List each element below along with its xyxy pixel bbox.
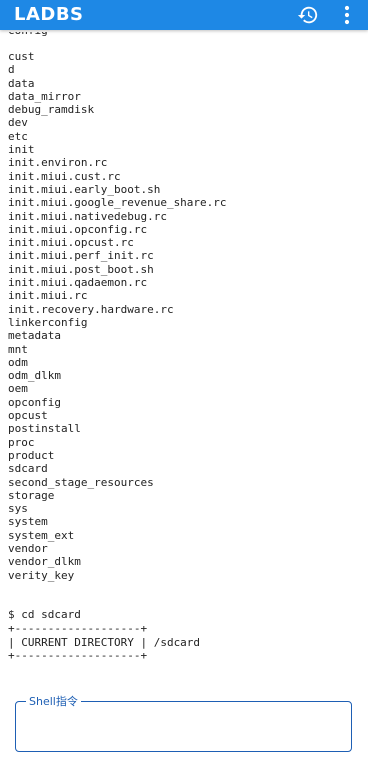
listing-entry: data — [8, 76, 35, 90]
listing-entry: init.environ.rc — [8, 156, 108, 170]
listing-entry: oem — [8, 382, 28, 396]
listing-entry: init.miui.perf_init.rc — [8, 249, 154, 263]
clipped-line: config — [8, 32, 48, 38]
clipped-line-text: config — [8, 32, 48, 37]
listing-entry: verity_key — [8, 568, 75, 582]
app-title: LADBS — [14, 4, 84, 25]
listing-entry: vendor_dlkm — [8, 555, 81, 569]
listing-entry: dev — [8, 116, 28, 130]
app-bar: LADBS — [0, 0, 368, 30]
listing-entry: system_ext — [8, 528, 75, 542]
listing-entry: d — [8, 63, 15, 77]
listing-entry: odm_dlkm — [8, 369, 61, 383]
command-block: $ cd sdcard +-------------------+ | CURR… — [8, 608, 200, 662]
shell-field-label: Shell指令 — [26, 693, 81, 709]
listing-entry: postinstall — [8, 422, 81, 436]
directory-listing: cust d data data_mirror debug_ramdisk dev etc i… — [8, 50, 227, 582]
shell-command-field[interactable]: Shell指令 — [15, 693, 352, 752]
listing-entry: init.miui.opcust.rc — [8, 236, 134, 250]
listing-entry: init.miui.google_revenue_share.rc — [8, 196, 227, 210]
listing-entry: sys — [8, 502, 28, 516]
history-icon[interactable] — [297, 4, 319, 26]
listing-entry: init.miui.cust.rc — [8, 169, 121, 183]
command-line: $ cd sdcard — [8, 608, 81, 621]
listing-entry: init.miui.rc — [8, 289, 88, 303]
listing-entry: debug_ramdisk — [8, 103, 95, 117]
listing-entry: init.miui.early_boot.sh — [8, 182, 161, 196]
listing-entry: linkerconfig — [8, 315, 88, 329]
table-border-bottom: +-------------------+ — [8, 648, 148, 662]
listing-entry: storage — [8, 488, 55, 502]
listing-entry: mnt — [8, 342, 28, 356]
listing-entry: metadata — [8, 329, 61, 343]
listing-entry: init.miui.qadaemon.rc — [8, 276, 148, 290]
listing-entry: vendor — [8, 541, 48, 555]
listing-entry: second_stage_resources — [8, 475, 154, 489]
listing-entry: init.miui.post_boot.sh — [8, 262, 154, 276]
listing-entry: init.miui.nativedebug.rc — [8, 209, 167, 223]
listing-entry: etc — [8, 129, 28, 143]
more-vert-icon[interactable] — [338, 4, 356, 26]
listing-entry: system — [8, 515, 48, 529]
listing-entry: opconfig — [8, 395, 61, 409]
listing-entry: init — [8, 143, 35, 157]
table-border-top: +-------------------+ — [8, 622, 148, 636]
directory-table: +-------------------+ | CURRENT DIRECTOR… — [8, 622, 200, 662]
listing-entry: cust — [8, 50, 35, 63]
shell-command-input[interactable] — [24, 714, 346, 744]
table-row: | CURRENT DIRECTORY | /sdcard — [8, 635, 201, 649]
terminal-output: config custddatadata_mirrordebug_ramdisk… — [8, 30, 364, 664]
listing-entry: init.recovery.hardware.rc — [8, 302, 174, 316]
listing-entry: product — [8, 448, 55, 462]
listing-entry: proc — [8, 435, 35, 449]
listing-entry: sdcard — [8, 462, 48, 476]
listing-entry: data_mirror — [8, 89, 81, 103]
listing-entry: opcust — [8, 409, 48, 423]
listing-entry: init.miui.opconfig.rc — [8, 222, 148, 236]
listing-entry: odm — [8, 355, 28, 369]
